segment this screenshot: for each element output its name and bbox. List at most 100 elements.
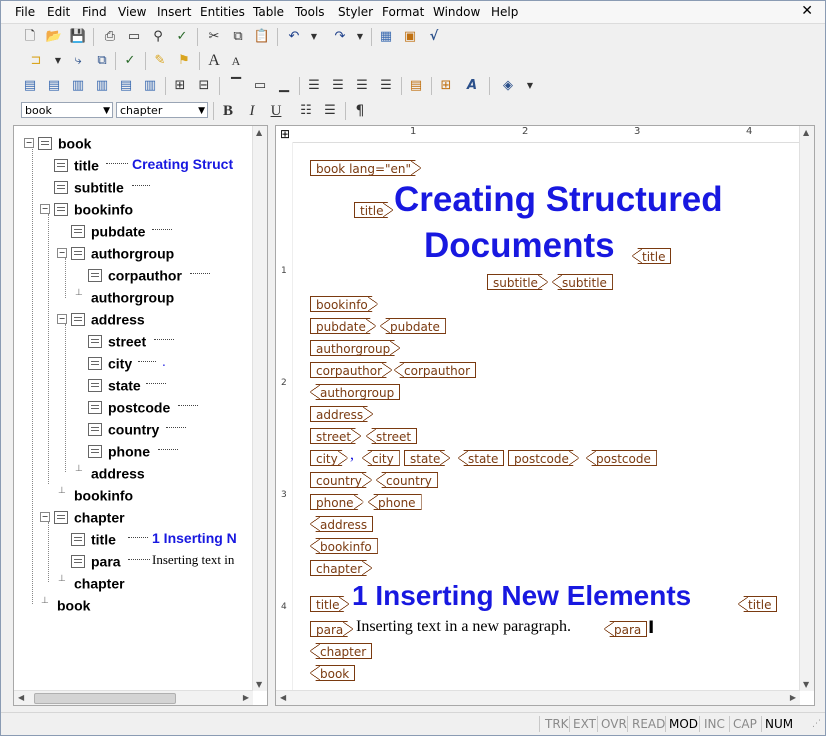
tree-node-para[interactable]: para <box>71 550 121 570</box>
menu-window[interactable]: Window <box>433 5 480 19</box>
italic-button[interactable]: I <box>243 102 261 120</box>
menu-view[interactable]: View <box>118 5 146 19</box>
redo-icon[interactable]: ↷ <box>331 28 349 46</box>
paste-icon[interactable]: 📋 <box>253 28 271 46</box>
tag-chapter-title-open[interactable]: title <box>310 596 349 612</box>
table-grid-icon[interactable]: ⊞ <box>280 127 290 141</box>
tree-node-bookinfo-end[interactable]: bookinfo <box>74 484 133 504</box>
align-top-icon[interactable]: ▔ <box>227 77 245 95</box>
tag-chapter-open[interactable]: chapter <box>310 560 372 576</box>
tree-node-street[interactable]: street <box>88 330 146 350</box>
tree-node-book-end[interactable]: book <box>57 594 90 614</box>
tag-bookinfo-close[interactable]: bookinfo <box>310 538 378 554</box>
tag-phone-close[interactable]: phone <box>368 494 422 510</box>
tag-para-open[interactable]: para <box>310 621 353 637</box>
new-icon[interactable]: 🗋 <box>21 28 39 46</box>
insert-element-icon[interactable]: ⊐ <box>27 52 45 70</box>
tree-node-authorgroup-end[interactable]: authorgroup <box>91 286 174 306</box>
split-element-icon[interactable]: ⧉ <box>93 52 111 70</box>
collapse-icon[interactable]: − <box>40 204 50 214</box>
tag-address-open[interactable]: address <box>310 406 373 422</box>
tag-pubdate-close[interactable]: pubdate <box>380 318 446 334</box>
menu-help[interactable]: Help <box>491 5 518 19</box>
numbered-list-icon[interactable]: ☷ <box>297 102 315 120</box>
copy-icon[interactable]: ⧉ <box>229 28 247 46</box>
tag-street-close[interactable]: street <box>366 428 418 444</box>
insert-column-left-icon[interactable]: ▥ <box>69 77 87 95</box>
tree-node-state[interactable]: state <box>88 374 141 394</box>
tree-node-chapter[interactable]: chapter <box>54 506 125 526</box>
collapse-icon[interactable]: − <box>40 512 50 522</box>
undo-icon[interactable]: ↶ <box>285 28 303 46</box>
style-select[interactable]: book ▼ <box>21 102 113 118</box>
tag-phone-open[interactable]: phone <box>310 494 364 510</box>
tag-postcode-close[interactable]: postcode <box>586 450 657 466</box>
tag-city-close[interactable]: city <box>362 450 400 466</box>
tree-node-bookinfo[interactable]: bookinfo <box>54 198 133 218</box>
tree-node-chapter-end[interactable]: chapter <box>74 572 125 592</box>
tree-horizontal-scrollbar[interactable]: ◀ ▶ <box>14 690 253 705</box>
menu-table[interactable]: Table <box>253 5 284 19</box>
tag-country-close[interactable]: country <box>376 472 438 488</box>
attributes-icon[interactable]: ✎ <box>151 52 169 70</box>
city-text[interactable]: , <box>350 446 354 464</box>
insert-row-below-icon[interactable]: ▤ <box>45 77 63 95</box>
book-title-line2[interactable]: Documents <box>424 226 615 266</box>
menu-styler[interactable]: Styler <box>338 5 373 19</box>
tree-node-title[interactable]: title <box>54 154 99 174</box>
tag-authorgroup-open[interactable]: authorgroup <box>310 340 400 356</box>
menu-find[interactable]: Find <box>82 5 107 19</box>
scroll-up-icon[interactable]: ▲ <box>256 128 262 137</box>
scroll-right-icon[interactable]: ▶ <box>790 693 796 702</box>
tag-book-close[interactable]: book <box>310 665 356 681</box>
tree-node-book[interactable]: book <box>38 132 91 152</box>
tag-city-open[interactable]: city <box>310 450 348 466</box>
scroll-down-icon[interactable]: ▼ <box>803 680 809 689</box>
tag-corpauthor-open[interactable]: corpauthor <box>310 362 392 378</box>
tag-corpauthor-close[interactable]: corpauthor <box>394 362 477 378</box>
tag-state-close[interactable]: state <box>458 450 505 466</box>
show-tags-button[interactable]: ¶ <box>351 102 369 120</box>
scroll-left-icon[interactable]: ◀ <box>18 693 24 702</box>
tree-node-phone[interactable]: phone <box>88 440 150 460</box>
tag-chapter-close[interactable]: chapter <box>310 643 373 659</box>
tag-address-close[interactable]: address <box>310 516 374 532</box>
delete-row-icon[interactable]: ▤ <box>117 77 135 95</box>
insert-element-dropdown-icon[interactable]: ▼ <box>49 52 67 70</box>
cell-properties-icon[interactable]: ⊞ <box>437 77 455 95</box>
processing-instruction-icon[interactable]: ⚑ <box>175 52 193 70</box>
tag-bookinfo-open[interactable]: bookinfo <box>310 296 378 312</box>
insert-row-above-icon[interactable]: ▤ <box>21 77 39 95</box>
text-style-icon[interactable]: A <box>463 77 481 95</box>
align-right-icon[interactable]: ☰ <box>353 77 371 95</box>
chapter-title[interactable]: 1 Inserting New Elements <box>352 580 691 612</box>
tree-node-authorgroup[interactable]: authorgroup <box>71 242 174 262</box>
undo-dropdown-icon[interactable]: ▼ <box>305 28 323 46</box>
menu-entities[interactable]: Entities <box>200 5 245 19</box>
tree-node-corpauthor[interactable]: corpauthor <box>88 264 182 284</box>
tree-vertical-scrollbar[interactable]: ▲ ▼ <box>252 126 267 691</box>
collapse-icon[interactable]: − <box>57 248 67 258</box>
paragraph-text[interactable]: Inserting text in a new paragraph. <box>356 618 571 636</box>
bulleted-list-icon[interactable]: ☰ <box>321 102 339 120</box>
tag-title-close[interactable]: title <box>632 248 672 264</box>
menu-format[interactable]: Format <box>382 5 424 19</box>
structure-view[interactable]: − book title Creating Struct subtitle − … <box>13 125 268 706</box>
align-center-icon[interactable]: ☰ <box>329 77 347 95</box>
tree-node-city[interactable]: city <box>88 352 132 372</box>
tree-node-address[interactable]: address <box>71 308 145 328</box>
tree-node-subtitle[interactable]: subtitle <box>54 176 124 196</box>
increase-font-icon[interactable]: A <box>205 52 223 70</box>
cut-icon[interactable]: ✂ <box>205 28 223 46</box>
tag-state-open[interactable]: state <box>404 450 450 466</box>
underline-button[interactable]: U <box>267 102 285 120</box>
change-element-icon[interactable]: ⤷ <box>69 52 87 70</box>
scroll-left-icon[interactable]: ◀ <box>280 693 286 702</box>
insert-column-right-icon[interactable]: ▥ <box>93 77 111 95</box>
menu-insert[interactable]: Insert <box>157 5 191 19</box>
split-cells-icon[interactable]: ⊟ <box>195 77 213 95</box>
bold-button[interactable]: B <box>219 102 237 120</box>
spellcheck-icon[interactable]: ✓ <box>173 28 191 46</box>
menu-file[interactable]: File <box>15 5 35 19</box>
scroll-thumb[interactable] <box>34 693 176 704</box>
